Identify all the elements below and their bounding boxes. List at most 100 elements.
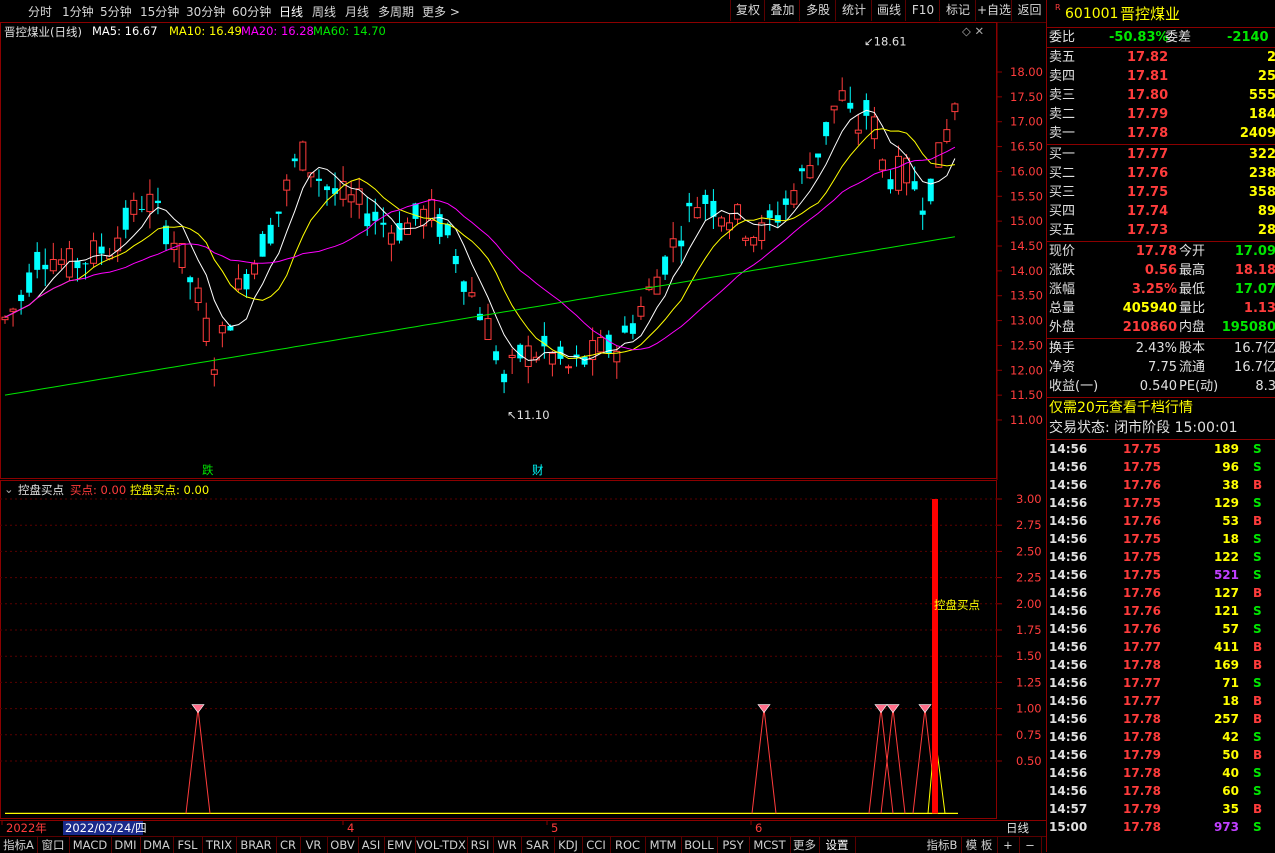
candle-body-up [283,179,291,191]
indicator-tab-13[interactable]: VOL-TDX [415,837,468,853]
toolbar-button-4[interactable]: 画线 [871,0,906,21]
indicator-tab-0[interactable]: 指标A [0,837,38,853]
separator [1047,397,1275,398]
period-tab-7[interactable]: 周线 [312,3,336,20]
toolbar-button-6[interactable]: 标记 [939,0,976,21]
period-tab-6[interactable]: 日线 [279,3,303,20]
indicator-tab-25[interactable]: 设置 [819,837,856,853]
x-axis: 2022年 4 5 6 2022/02/24/四 日线 [0,820,1046,835]
candle-body-up [146,193,154,213]
indicator-tab-16[interactable]: SAR [521,837,555,853]
indicator-tab-22[interactable]: PSY [717,837,750,853]
indicator-tab-5[interactable]: FSL [173,837,203,853]
period-tab-10[interactable]: 更多 > [422,3,460,20]
period-tab-2[interactable]: 5分钟 [100,3,132,20]
toolbar-button-0[interactable]: 复权 [730,0,765,21]
toolbar-button-3[interactable]: 统计 [835,0,872,21]
tick-row: 14:56 17.76 127 B [1047,584,1275,602]
indicator-tab-23[interactable]: MCST [749,837,791,853]
tick-volume: 411 [1213,640,1239,654]
indicator-tab-14[interactable]: RSI [467,837,494,853]
candle-body-down [678,240,685,247]
indicator-tab-21[interactable]: BOLL [681,837,718,853]
indicator-tab-12[interactable]: EMV [384,837,416,853]
indicator-tab-3[interactable]: DMI [111,837,141,853]
promo-link[interactable]: 仅需20元查看千档行情 [1047,399,1275,418]
candle-body-down [364,213,371,227]
toolbar-button-5[interactable]: F10 [905,0,940,21]
candle-body-up [508,354,516,359]
tick-time: 14:56 [1049,568,1088,582]
candle-body-down [412,203,419,219]
add-window-button[interactable]: + [997,837,1020,853]
bid-row: 买五 17.73 28 [1047,221,1275,240]
y-tick-label: 17.00 [1010,115,1043,129]
indicator-tab-9[interactable]: VR [300,837,328,853]
candle-body-up [870,116,878,140]
ask-label: 卖五 [1049,50,1076,65]
indicator-tab-2[interactable]: MACD [69,837,112,853]
stat2-label: 股本 [1179,341,1206,356]
period-tab-3[interactable]: 15分钟 [140,3,179,20]
tick-row: 14:56 17.75 96 S [1047,458,1275,476]
indicator-chart[interactable]: 3.00 2.75 2.50 2.25 2.00 1.75 1.50 1.25 1.00 0.75… [0,480,1046,820]
indicator-tab-1[interactable]: 窗口 [37,837,70,853]
candle-body-up [524,345,532,367]
tick-time: 14:57 [1049,802,1088,816]
period-tab-1[interactable]: 1分钟 [62,3,94,20]
template-tab[interactable]: 模 板 [961,837,998,853]
candle-body-down [493,351,500,361]
stat-label: 外盘 [1049,320,1076,335]
indicator-tab-15[interactable]: WR [493,837,522,853]
bid-volume: 322 [1248,147,1275,162]
indicator-tab-24[interactable]: 更多 [790,837,820,853]
period-tab-0[interactable]: 分时 [28,3,52,20]
candle-body-down [163,225,169,245]
indicator-tab-7[interactable]: BRAR [236,837,277,853]
candle-body-up [878,159,886,171]
y-tick-label: 11.50 [1010,388,1043,402]
indicator-tab-17[interactable]: KDJ [554,837,583,853]
indicator-tab-6[interactable]: TRIX [202,837,237,853]
indicator-tab-4[interactable]: DMA [140,837,174,853]
ask-volume: 555 [1248,88,1275,103]
tick-price: 17.79 [1123,802,1161,816]
stat-value: 210860 [1122,320,1177,335]
tick-side: B [1253,658,1263,672]
period-tab-9[interactable]: 多周期 [378,3,414,20]
tick-price: 17.75 [1123,568,1161,582]
y-tick-label: 17.50 [1010,90,1043,104]
stat2-row: 换手 2.43% 股本 16.7亿 [1047,339,1275,358]
period-tab-8[interactable]: 月线 [345,3,369,20]
toolbar-button-1[interactable]: 叠加 [764,0,800,21]
toolbar-button-2[interactable]: 多股 [799,0,836,21]
indicator-tab-10[interactable]: OBV [327,837,359,853]
stat-row: 涨幅 3.25% 最低 17.07 [1047,280,1275,299]
period-tab-5[interactable]: 60分钟 [232,3,271,20]
indicator-y-label: 1.25 [1016,675,1042,689]
tick-side: S [1253,442,1262,456]
bid-volume: 89 [1257,204,1275,219]
candlestick-chart[interactable]: 18.00 17.50 17.00 16.50 16.00 15.50 15.00 14.50… [0,22,1046,480]
remove-window-button[interactable]: − [1019,837,1042,853]
y-tick-label: 15.00 [1010,214,1043,228]
candle-body-down [291,158,298,162]
toolbar-button-8[interactable]: 返回 [1011,0,1047,21]
candle-body-up [750,237,758,246]
indicator-value-1: 控盘买点: 0.00 [130,483,210,497]
candle-body-up [194,287,202,304]
indicator-tab-18[interactable]: CCI [582,837,611,853]
indicator-tab-8[interactable]: CR [276,837,301,853]
candle-body-up [637,305,645,317]
indicator-b-tab[interactable]: 指标B [923,837,962,853]
indicator-tab-19[interactable]: ROC [610,837,646,853]
indicator-tab-20[interactable]: MTM [645,837,682,853]
ma-label-1: MA10: 16.49 [169,24,242,38]
toolbar-button-7[interactable]: +自选 [975,0,1012,21]
period-tab-4[interactable]: 30分钟 [186,3,225,20]
x-axis-label: 2022年 [6,821,47,835]
indicator-collapse-icon[interactable]: ⌄ [4,482,14,496]
indicator-tab-11[interactable]: ASI [358,837,385,853]
chart-settings-icon[interactable]: ◇ ✕ [962,24,984,38]
buy-signal-diamond [191,704,205,714]
